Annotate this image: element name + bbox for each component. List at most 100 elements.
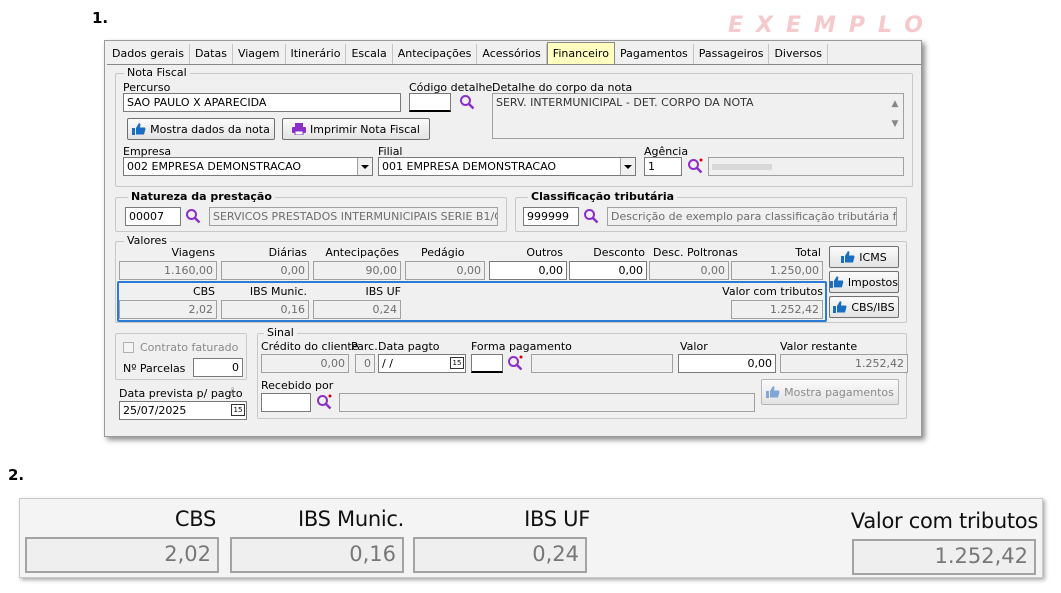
credito-label: Crédito do cliente	[261, 340, 359, 353]
empresa-select[interactable]: 002 EMPRESA DEMONSTRACAO	[123, 157, 373, 176]
pedagio-value: 0,00	[405, 261, 485, 280]
chevron-down-icon[interactable]	[357, 158, 372, 175]
recebido-input[interactable]	[261, 393, 311, 412]
codigo-detalhe-input[interactable]	[409, 93, 451, 112]
agencia-description	[708, 157, 904, 176]
viagens-value: 1.160,00	[119, 261, 217, 280]
valor-input[interactable]: 0,00	[678, 354, 776, 373]
valor-restante-label: Valor restante	[780, 340, 858, 353]
search-icon[interactable]	[316, 394, 332, 413]
watermark: EXEMPLO	[728, 13, 936, 38]
filial-select[interactable]: 001 EMPRESA DEMONSTRACAO	[378, 157, 636, 176]
diarias-label: Diárias	[268, 246, 307, 259]
zoom-valor-tributos-label: Valor com tributos	[850, 509, 1038, 533]
desc-poltronas-value: 0,00	[649, 261, 729, 280]
impostos-label: Impostos	[847, 275, 898, 289]
icms-button[interactable]: ICMS	[829, 246, 899, 268]
zoom-ibs-uf-value: 0,24	[413, 537, 587, 573]
desc-poltronas-label: Desc. Poltronas	[653, 246, 738, 259]
desconto-input[interactable]: 0,00	[569, 261, 647, 280]
forma-pagamento-description	[531, 354, 673, 373]
zoom-ibs-munic-label: IBS Munic.	[297, 507, 404, 531]
diarias-value: 0,00	[221, 261, 309, 280]
tab-diversos[interactable]: Diversos	[769, 44, 828, 64]
data-prevista-label: Data prevista p/ pagto	[119, 387, 243, 400]
impostos-button[interactable]: Impostos	[829, 271, 899, 293]
viagens-label: Viagens	[171, 246, 215, 259]
imprimir-nota-button[interactable]: Imprimir Nota Fiscal	[282, 118, 430, 140]
arrow-down-icon: ⇩	[229, 387, 237, 397]
thumbs-up-icon	[830, 276, 844, 288]
agencia-input[interactable]: 1	[644, 157, 682, 176]
tab-passageiros[interactable]: Passageiros	[694, 44, 770, 64]
mostra-pagamentos-button[interactable]: Mostra pagamentos	[761, 379, 899, 405]
outros-input[interactable]: 0,00	[489, 261, 567, 280]
mostra-dados-nota-button[interactable]: Mostra dados da nota	[127, 118, 275, 140]
tab-acessorios[interactable]: Acessórios	[477, 44, 547, 64]
total-value: 1.250,00	[731, 261, 823, 280]
valor-tributos-label: Valor com tributos	[722, 285, 823, 298]
parcelas-input[interactable]: 0	[193, 358, 243, 377]
main-window: Dados gerais Datas Viagem Itinerário Escala A…	[104, 40, 922, 437]
tab-bar: Dados gerais Datas Viagem Itinerário Escala A…	[107, 42, 921, 65]
valor-label: Valor	[680, 340, 708, 353]
thumbs-up-icon	[841, 251, 855, 263]
calendar-icon[interactable]: 15	[231, 404, 245, 416]
tab-escala[interactable]: Escala	[346, 44, 393, 64]
tab-itinerario[interactable]: Itinerário	[286, 44, 347, 64]
ibs-uf-label: IBS UF	[365, 285, 401, 298]
percurso-input[interactable]: SAO PAULO X APARECIDA	[123, 93, 401, 112]
parc-value: 0	[355, 354, 375, 373]
credito-value: 0,00	[261, 354, 349, 373]
data-pagto-input[interactable]: / / 15	[378, 354, 466, 373]
tab-dados-gerais[interactable]: Dados gerais	[107, 44, 190, 64]
classificacao-code-input[interactable]: 999999	[523, 207, 579, 226]
search-icon[interactable]	[507, 355, 523, 374]
search-icon[interactable]	[459, 94, 475, 113]
zoom-valor-tributos-value: 1.252,42	[852, 539, 1036, 575]
thumbs-up-icon	[132, 123, 146, 135]
search-icon[interactable]	[583, 208, 599, 227]
ibs-uf-value: 0,24	[313, 300, 401, 319]
zoom-cbs-label: CBS	[174, 507, 216, 531]
step-marker-2: 2.	[8, 466, 25, 484]
data-prevista-value: 25/07/2025	[123, 404, 187, 417]
thumbs-up-icon	[766, 386, 780, 398]
parc-label: Parc.	[351, 340, 378, 353]
scroll-up-icon[interactable]: ▲	[887, 94, 903, 114]
parcelas-label: Nº Parcelas	[123, 362, 186, 375]
tab-pagamentos[interactable]: Pagamentos	[615, 44, 694, 64]
classificacao-description: Descrição de exemplo para classificação …	[607, 207, 897, 226]
tab-antecipacoes[interactable]: Antecipações	[393, 44, 478, 64]
data-prevista-input[interactable]: 25/07/2025 15	[119, 401, 247, 420]
cbs-label: CBS	[192, 285, 215, 298]
valor-restante-value: 1.252,42	[780, 354, 908, 373]
mostra-pagamentos-label: Mostra pagamentos	[784, 385, 894, 399]
thumbs-up-icon	[833, 301, 847, 313]
imprimir-nota-label: Imprimir Nota Fiscal	[310, 122, 420, 136]
cbs-ibs-button[interactable]: CBS/IBS	[829, 296, 899, 318]
mostra-dados-nota-label: Mostra dados da nota	[150, 122, 270, 136]
detalhe-textarea[interactable]: SERV. INTERMUNICIPAL - DET. CORPO DA NOT…	[492, 93, 904, 139]
detalhe-scrollbar[interactable]: ▲ ▼	[887, 94, 903, 138]
tab-financeiro[interactable]: Financeiro	[546, 42, 615, 64]
search-icon[interactable]	[687, 158, 703, 177]
data-pagto-value: / /	[382, 357, 393, 370]
search-icon[interactable]	[185, 208, 201, 227]
cbs-value: 2,02	[119, 300, 217, 319]
valor-tributos-value: 1.252,42	[731, 300, 823, 319]
zoom-cbs-value: 2,02	[25, 537, 219, 573]
ibs-munic-label: IBS Munic.	[249, 285, 307, 298]
recebido-label: Recebido por	[261, 379, 334, 392]
tab-datas[interactable]: Datas	[190, 44, 233, 64]
ibs-munic-value: 0,16	[221, 300, 309, 319]
tab-viagem[interactable]: Viagem	[233, 44, 286, 64]
contrato-checkbox[interactable]	[123, 342, 134, 353]
chevron-down-icon[interactable]	[620, 158, 635, 175]
total-label: Total	[795, 246, 821, 259]
calendar-icon[interactable]: 15	[450, 357, 464, 369]
scroll-down-icon[interactable]: ▼	[887, 114, 903, 134]
natureza-code-input[interactable]: 00007	[125, 207, 181, 226]
forma-pagamento-input[interactable]	[471, 354, 503, 373]
zoom-ibs-uf-label: IBS UF	[524, 507, 590, 531]
